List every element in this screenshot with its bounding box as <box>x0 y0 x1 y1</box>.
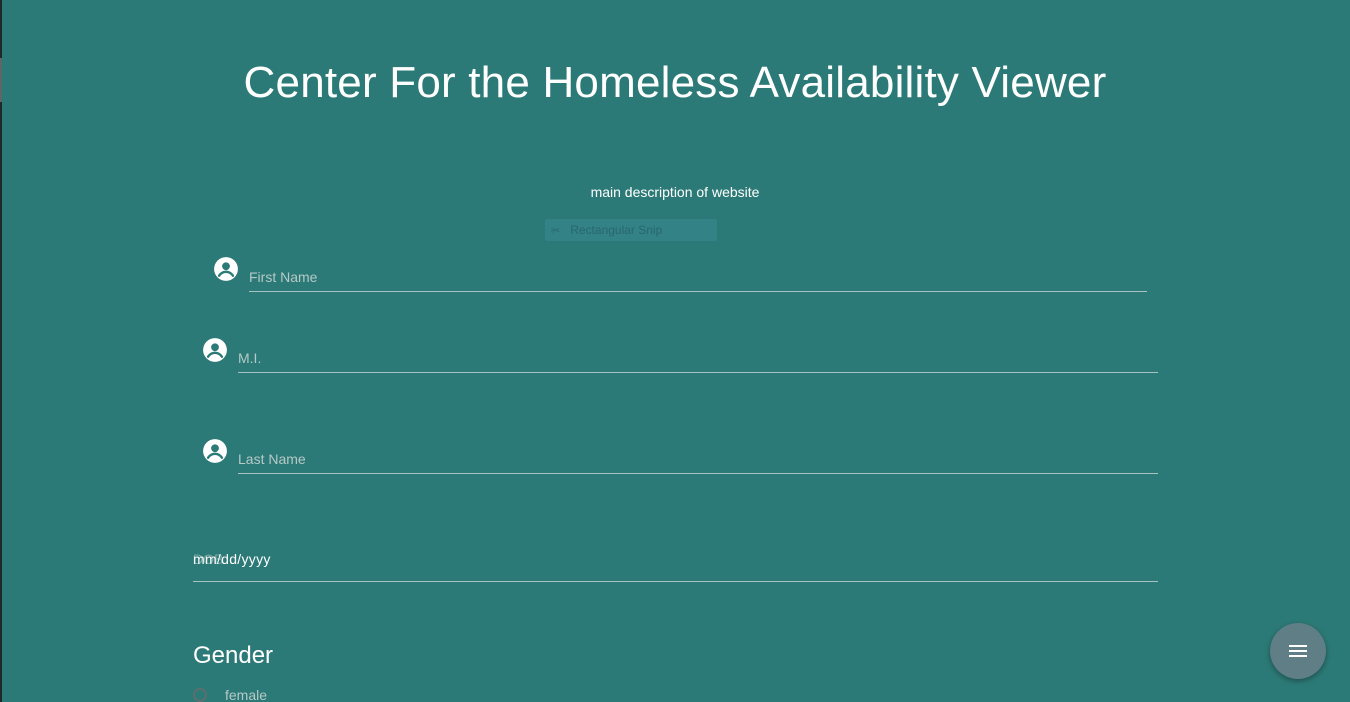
site-description: main description of website <box>590 184 760 200</box>
gender-option-female[interactable]: female <box>193 687 267 702</box>
gender-heading: Gender <box>193 642 274 669</box>
middle-initial-input[interactable] <box>238 343 1158 373</box>
first-name-input[interactable] <box>249 262 1147 292</box>
snip-chip-label: Rectangular Snip <box>570 223 663 237</box>
scissors-icon: ✂ <box>551 224 561 237</box>
last-name-input[interactable] <box>238 444 1158 474</box>
menu-fab-button[interactable] <box>1270 623 1326 679</box>
account-circle-icon <box>203 439 227 463</box>
radio-button[interactable] <box>193 688 207 702</box>
menu-icon <box>1289 642 1307 660</box>
page-title: Center For the Homeless Availability Vie… <box>243 58 1107 107</box>
dob-underline <box>193 581 1158 582</box>
account-circle-icon <box>214 257 238 281</box>
snip-chip[interactable]: ✂ Rectangular Snip <box>545 219 717 241</box>
gender-option-label: female <box>225 687 268 702</box>
page: Center For the Homeless Availability Vie… <box>0 0 1350 702</box>
account-circle-icon <box>203 338 227 362</box>
dob-input[interactable]: mm/dd/yyyy <box>193 551 271 567</box>
